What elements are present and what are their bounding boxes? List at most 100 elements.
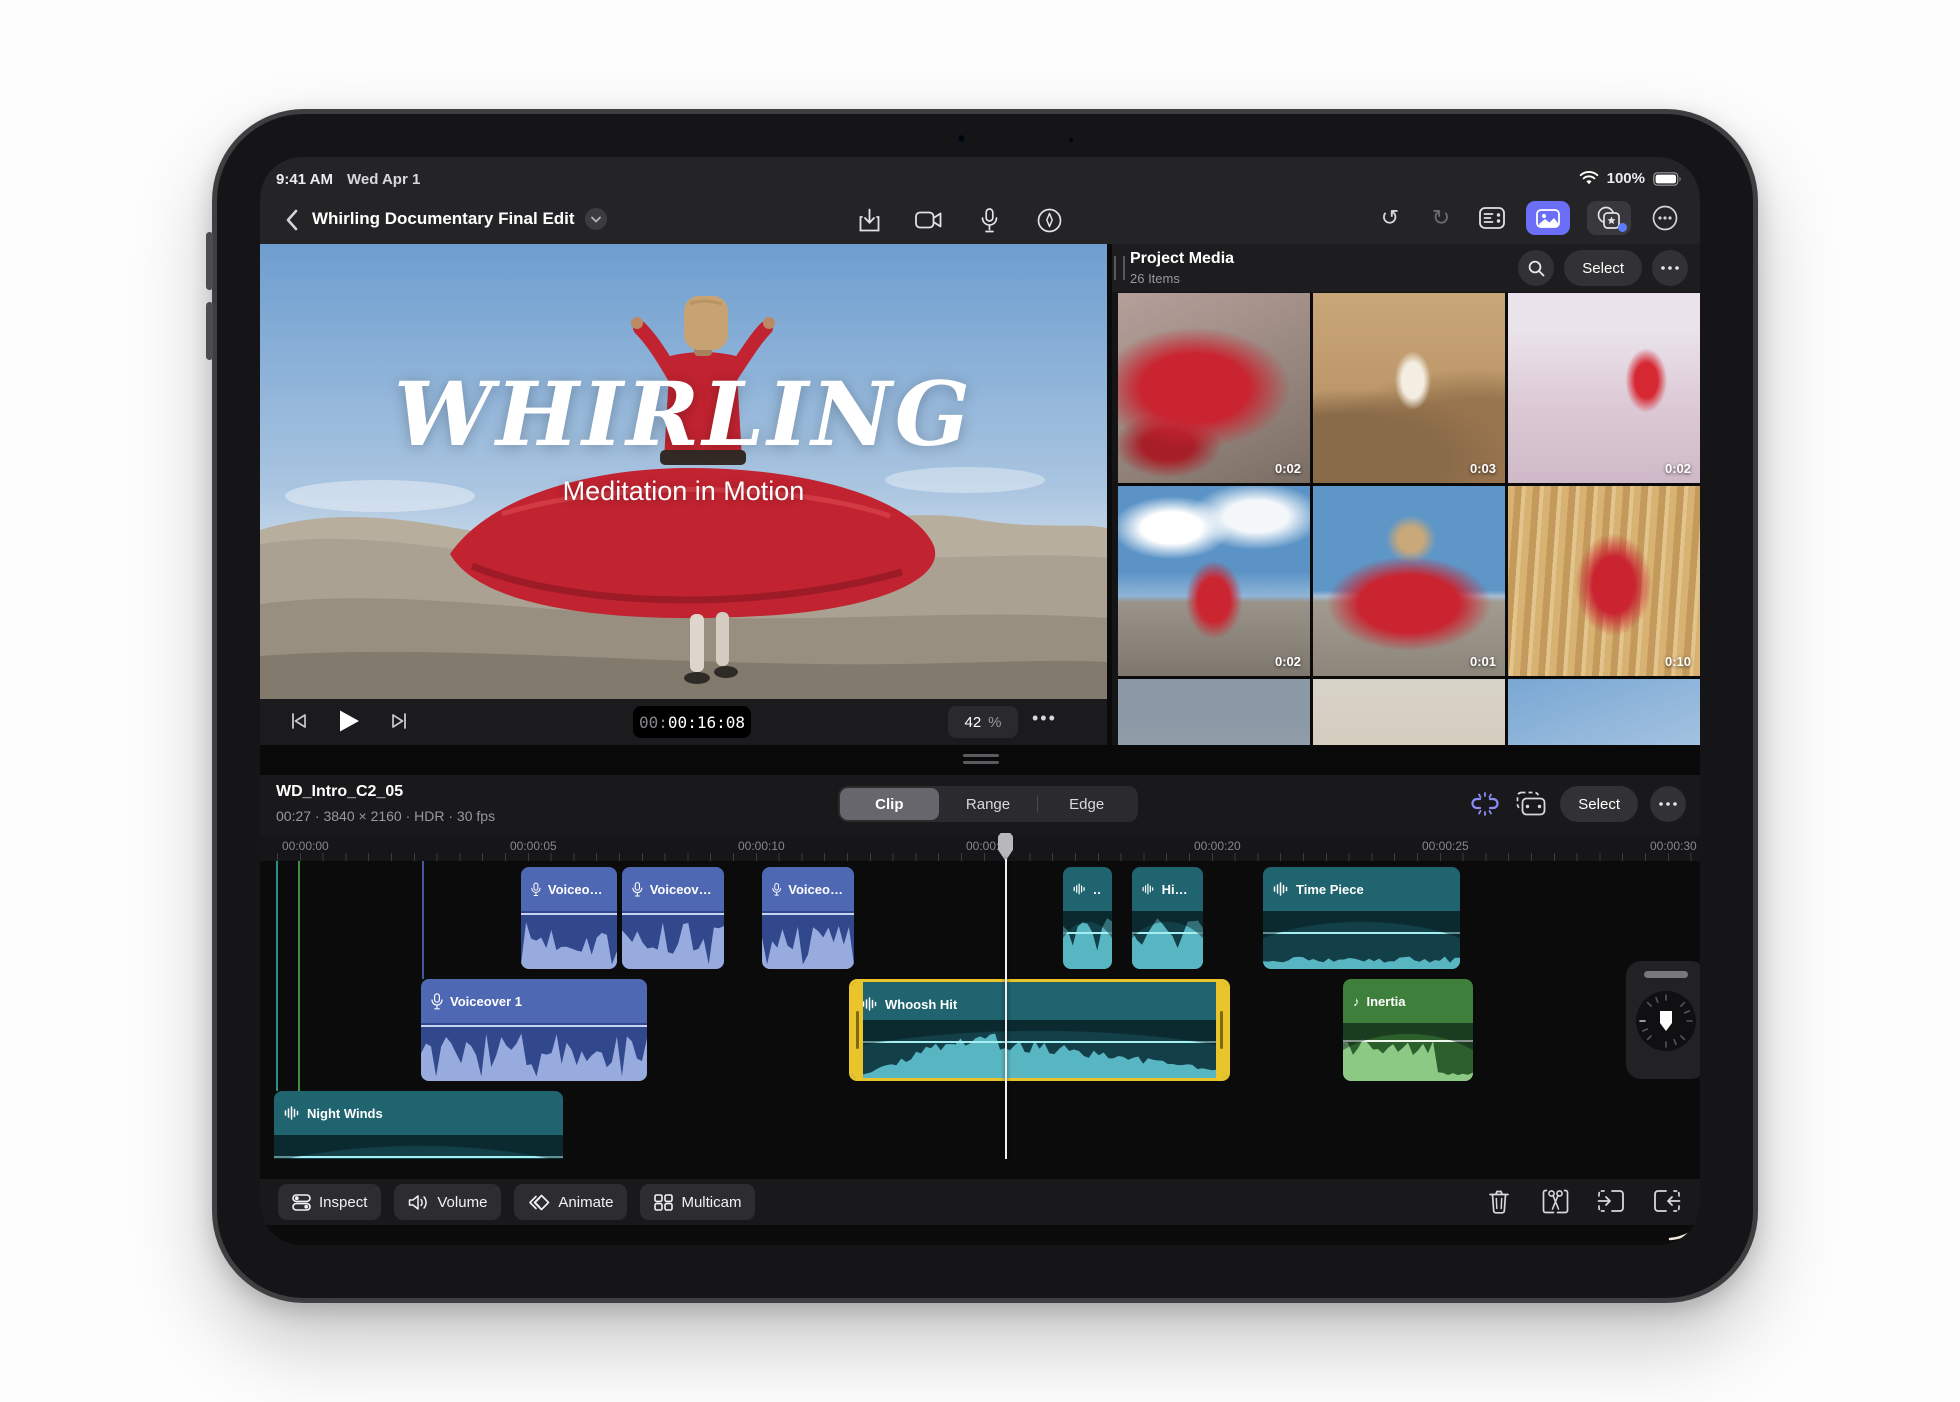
mic-icon: [431, 993, 443, 1010]
record-video-button[interactable]: [912, 203, 946, 237]
undo-button[interactable]: ↺: [1373, 201, 1407, 235]
pencil-tools-button[interactable]: [1032, 203, 1066, 237]
play-icon: [338, 709, 360, 733]
volume-down-button: [206, 302, 213, 360]
camera-icon: [915, 210, 943, 230]
timeline-clip[interactable]: High...: [1132, 867, 1203, 969]
timeline-clip[interactable]: Voiceover 2: [622, 867, 724, 969]
status-time: 9:41 AM: [276, 171, 333, 188]
timeline-clip[interactable]: Voiceover 1: [421, 979, 647, 1081]
skip-back-button[interactable]: [282, 704, 316, 738]
media-grid: 0:020:030:020:020:010:10: [1118, 293, 1700, 745]
project-media-count: 26 Items: [1130, 271, 1180, 286]
thumbnail-duration: 0:02: [1275, 461, 1301, 476]
redo-button[interactable]: ↻: [1424, 201, 1458, 235]
jog-wheel-panel[interactable]: [1626, 961, 1700, 1079]
viewer-more-button[interactable]: •••: [1032, 708, 1057, 729]
edit-mode-segmented: ClipRangeEdge: [838, 786, 1138, 822]
volume-up-button: [206, 232, 213, 290]
media-more-button[interactable]: [1652, 250, 1688, 286]
timeline-clip[interactable]: ♪Inertia: [1343, 979, 1473, 1081]
back-button[interactable]: [274, 203, 308, 237]
media-thumbnail[interactable]: 0:02: [1118, 486, 1310, 676]
timecode-value: 00:16:08: [668, 713, 745, 732]
multicam-button[interactable]: Multicam: [640, 1184, 755, 1220]
panel-drag-handle[interactable]: [1114, 256, 1125, 280]
media-search-button[interactable]: [1518, 250, 1554, 286]
mic-icon: [981, 208, 998, 233]
inspect-button[interactable]: Inspect: [278, 1184, 381, 1220]
clip-waveform: [521, 911, 617, 969]
timecode-display[interactable]: 00:00:16:08: [633, 706, 751, 738]
import-button[interactable]: [852, 203, 886, 237]
thumbnail-duration: 0:01: [1470, 654, 1496, 669]
timeline-more-button[interactable]: [1650, 786, 1686, 822]
skip-forward-icon: [390, 712, 408, 730]
timeline-clip[interactable]: Voiceover 3: [762, 867, 854, 969]
media-browser-button[interactable]: [1526, 201, 1570, 235]
volume-button[interactable]: Volume: [394, 1184, 501, 1220]
trim-handle-left[interactable]: [852, 982, 863, 1078]
media-thumbnail[interactable]: [1118, 679, 1310, 745]
effects-button[interactable]: [1587, 201, 1631, 235]
title-dropdown-button[interactable]: [585, 208, 607, 230]
animate-button[interactable]: Animate: [514, 1184, 627, 1220]
timeline-clip[interactable]: Whoosh Hit: [849, 979, 1230, 1081]
jog-wheel-grip[interactable]: [1644, 971, 1688, 978]
list-index-icon: [1479, 207, 1505, 229]
record-audio-button[interactable]: [972, 203, 1006, 237]
timeline-resize-handle[interactable]: [963, 754, 999, 764]
media-thumbnail[interactable]: 0:02: [1118, 293, 1310, 483]
clip-label: Voiceover 2: [521, 867, 617, 911]
insert-clip-button[interactable]: [1594, 1184, 1628, 1218]
timeline-clip[interactable]: Time Piece: [1263, 867, 1460, 969]
corner-flourish: [1668, 1213, 1700, 1243]
timeline-ruler[interactable]: 00:00:0000:00:0500:00:1000:00:1500:00:20…: [260, 835, 1700, 862]
project-title-group[interactable]: Whirling Documentary Final Edit: [312, 208, 607, 230]
timeline-header: WD_Intro_C2_05 00:27 · 3840 × 2160 · HDR…: [260, 775, 1700, 835]
timeline-clip[interactable]: Night Winds: [274, 1091, 563, 1159]
zoom-value: 42: [964, 714, 981, 731]
trim-handle-right[interactable]: [1216, 982, 1227, 1078]
more-button[interactable]: [1648, 201, 1682, 235]
project-media-panel: Project Media 26 Items Select 0:020:030:…: [1112, 244, 1700, 745]
redo-icon: ↻: [1432, 207, 1450, 229]
clip-waveform: [421, 1023, 647, 1081]
thumbnail-duration: 0:02: [1665, 461, 1691, 476]
media-select-button[interactable]: Select: [1564, 250, 1642, 286]
media-thumbnail[interactable]: [1508, 679, 1700, 745]
clip-waveform: [1343, 1023, 1473, 1081]
mode-segment-clip[interactable]: Clip: [840, 788, 939, 820]
clip-label: Night Winds: [274, 1091, 563, 1135]
skip-forward-button[interactable]: [382, 704, 416, 738]
mic-icon: [531, 881, 541, 898]
search-icon: [1528, 260, 1545, 277]
delete-button[interactable]: [1482, 1184, 1516, 1218]
zoom-level-control[interactable]: 42 %: [948, 706, 1018, 738]
timeline-select-button[interactable]: Select: [1560, 786, 1638, 822]
clip-waveform: [852, 1020, 1227, 1078]
status-date: Wed Apr 1: [347, 171, 420, 188]
index-browser-button[interactable]: [1475, 201, 1509, 235]
mode-segment-edge[interactable]: Edge: [1037, 788, 1136, 820]
timeline-clip[interactable]: Voiceover 2: [521, 867, 617, 969]
clip-label: High...: [1132, 867, 1203, 911]
waveform-icon: [1073, 882, 1086, 896]
media-thumbnail[interactable]: 0:10: [1508, 486, 1700, 676]
paste-overwrite-button[interactable]: [1514, 787, 1548, 821]
play-button[interactable]: [332, 704, 366, 738]
blade-button[interactable]: [1538, 1184, 1572, 1218]
overwrite-icon: [1653, 1189, 1681, 1213]
mode-segment-range[interactable]: Range: [939, 788, 1038, 820]
video-viewer[interactable]: WHIRLING Meditation in Motion: [260, 244, 1107, 699]
notification-dot: [1618, 223, 1627, 232]
media-thumbnail[interactable]: 0:03: [1313, 293, 1505, 483]
timeline-clip[interactable]: ...: [1063, 867, 1112, 969]
media-thumbnail[interactable]: 0:02: [1508, 293, 1700, 483]
ellipsis-icon: [1659, 802, 1677, 806]
media-thumbnail[interactable]: 0:01: [1313, 486, 1505, 676]
media-thumbnail[interactable]: [1313, 679, 1505, 745]
magnetic-timeline-button[interactable]: [1468, 787, 1502, 821]
chevron-left-icon: [285, 209, 298, 231]
ruler-label: 00:00:00: [282, 839, 329, 853]
